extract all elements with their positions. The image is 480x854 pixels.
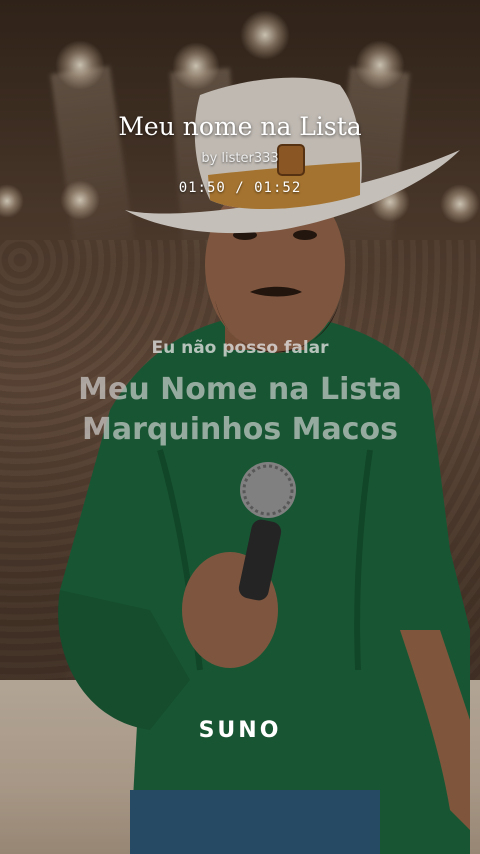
- lyric-previous-line: Eu não posso falar: [151, 338, 329, 358]
- song-header: Meu nome na Lista by lister333 01:50 / 0…: [0, 112, 480, 196]
- song-author[interactable]: by lister333: [0, 151, 480, 166]
- lyric-current-line: Meu Nome na Lista: [78, 372, 402, 407]
- playback-time: 01:50 / 01:52: [178, 180, 302, 196]
- suno-logo[interactable]: SUNO: [0, 718, 480, 743]
- song-title: Meu nome na Lista: [118, 112, 362, 141]
- lyric-current-line: Marquinhos Macos: [82, 412, 398, 447]
- lyrics-panel: Eu não posso falar Meu Nome na Lista Mar…: [0, 338, 480, 450]
- song-player-background: Meu nome na Lista by lister333 01:50 / 0…: [0, 0, 480, 854]
